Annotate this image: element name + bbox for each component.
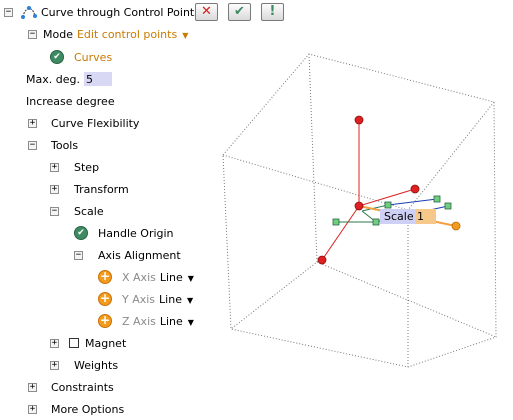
transform-row: + Transform: [50, 180, 129, 198]
control-point[interactable]: [317, 255, 327, 265]
z-axis-label: Z Axis: [122, 314, 156, 328]
scale-handle: [317, 115, 461, 265]
tools-label: Tools: [51, 138, 79, 152]
scale-readout: Scale 1: [380, 209, 436, 224]
weights-label: Weights: [74, 358, 119, 372]
handle-origin-point[interactable]: [354, 201, 364, 211]
uniform-scale-point[interactable]: [451, 221, 461, 231]
x-axis-label: X Axis: [122, 270, 156, 284]
chevron-down-icon: ▼: [187, 317, 194, 327]
chevron-down-icon: ▼: [186, 295, 194, 305]
x-axis-row: + X Axis Line ▼: [98, 268, 194, 286]
y-axis-dropdown[interactable]: Line ▼: [159, 293, 193, 306]
curve-flexibility-row: + Curve Flexibility: [28, 114, 139, 132]
handle-origin-label: Handle Origin: [98, 226, 174, 240]
title-row: − Curve through Control Points: [4, 3, 200, 21]
scale-readout-value: 1: [417, 210, 424, 223]
z-axis-row: + Z Axis Line ▼: [98, 312, 194, 330]
axis-alignment-row: − Axis Alignment: [74, 246, 181, 264]
tool-title: Curve through Control Points: [41, 5, 200, 19]
more-options-row: + More Options: [28, 400, 124, 418]
weights-row: + Weights: [50, 356, 118, 374]
ok-button[interactable]: ✔: [228, 3, 251, 21]
axis-alignment-label: Axis Alignment: [98, 248, 181, 262]
add-circle-icon[interactable]: +: [98, 292, 112, 306]
scale-handle-square[interactable]: [332, 218, 340, 226]
scale-readout-label: Scale: [384, 210, 414, 223]
ok-icon: ✔: [234, 4, 245, 19]
mode-label: Mode: [43, 27, 73, 41]
bounding-box: [222, 53, 497, 368]
apply-button[interactable]: !: [261, 3, 284, 21]
z-axis-value: Line: [159, 314, 183, 328]
increase-degree-label: Increase degree: [26, 94, 115, 108]
magnet-checkbox[interactable]: [69, 338, 79, 348]
weights-toggle[interactable]: +: [50, 360, 59, 370]
max-degree-row: Max. deg.: [26, 70, 112, 88]
y-axis-label: Y Axis: [122, 292, 156, 306]
chevron-down-icon: ▼: [182, 30, 189, 40]
more-options-label: More Options: [51, 402, 125, 416]
x-axis-dropdown[interactable]: Line ▼: [160, 271, 194, 284]
max-degree-input[interactable]: [83, 72, 112, 86]
scale-row: − Scale: [50, 202, 104, 220]
mode-value: Edit control points: [76, 27, 178, 41]
constraints-toggle[interactable]: +: [28, 382, 37, 392]
increase-degree-row[interactable]: Increase degree: [26, 92, 115, 110]
collapse-root-toggle[interactable]: −: [4, 7, 13, 17]
curve-flexibility-toggle[interactable]: +: [28, 118, 37, 128]
scale-handle-square[interactable]: [444, 202, 452, 210]
scale-label: Scale: [74, 204, 104, 218]
mode-row: − Mode Edit control points ▼: [28, 25, 188, 43]
cancel-button[interactable]: ✕: [195, 3, 218, 21]
check-circle-icon: ✔: [50, 50, 64, 64]
constraints-label: Constraints: [51, 380, 114, 394]
control-point[interactable]: [354, 115, 364, 125]
y-axis-row: + Y Axis Line ▼: [98, 290, 193, 308]
transform-toggle[interactable]: +: [50, 184, 59, 194]
transform-label: Transform: [74, 182, 129, 196]
step-row: + Step: [50, 158, 99, 176]
scale-handle-square[interactable]: [433, 195, 441, 203]
curves-row[interactable]: ✔ Curves: [50, 48, 112, 66]
chevron-down-icon: ▼: [187, 273, 194, 283]
curves-label: Curves: [74, 50, 113, 64]
add-circle-icon[interactable]: +: [98, 270, 112, 284]
scale-toggle[interactable]: −: [50, 206, 59, 216]
mode-dropdown[interactable]: Edit control points ▼: [77, 28, 188, 41]
magnet-label: Magnet: [85, 336, 127, 350]
handle-origin-row[interactable]: ✔ Handle Origin: [74, 224, 174, 242]
control-point[interactable]: [410, 184, 420, 194]
tools-row: − Tools: [28, 136, 78, 154]
curve-tool-icon: [21, 4, 37, 20]
apply-icon: !: [269, 4, 276, 19]
curve-flexibility-label: Curve Flexibility: [51, 116, 140, 130]
magnet-row: + Magnet: [50, 334, 126, 352]
mode-toggle[interactable]: −: [28, 29, 37, 39]
max-degree-label: Max. deg.: [26, 72, 80, 86]
axis-alignment-toggle[interactable]: −: [74, 250, 83, 260]
y-axis-value: Line: [159, 292, 182, 306]
x-axis-value: Line: [159, 270, 183, 284]
more-options-toggle[interactable]: +: [28, 404, 37, 414]
z-axis-dropdown[interactable]: Line ▼: [160, 315, 194, 328]
add-circle-icon[interactable]: +: [98, 314, 112, 328]
tools-toggle[interactable]: −: [28, 140, 37, 150]
magnet-toggle[interactable]: +: [50, 338, 59, 348]
scale-handle-square[interactable]: [372, 218, 380, 226]
step-toggle[interactable]: +: [50, 162, 59, 172]
check-circle-icon: ✔: [74, 226, 88, 240]
step-label: Step: [74, 160, 100, 174]
constraints-row: + Constraints: [28, 378, 114, 396]
cancel-icon: ✕: [201, 4, 212, 19]
scale-handle-square[interactable]: [384, 201, 392, 209]
